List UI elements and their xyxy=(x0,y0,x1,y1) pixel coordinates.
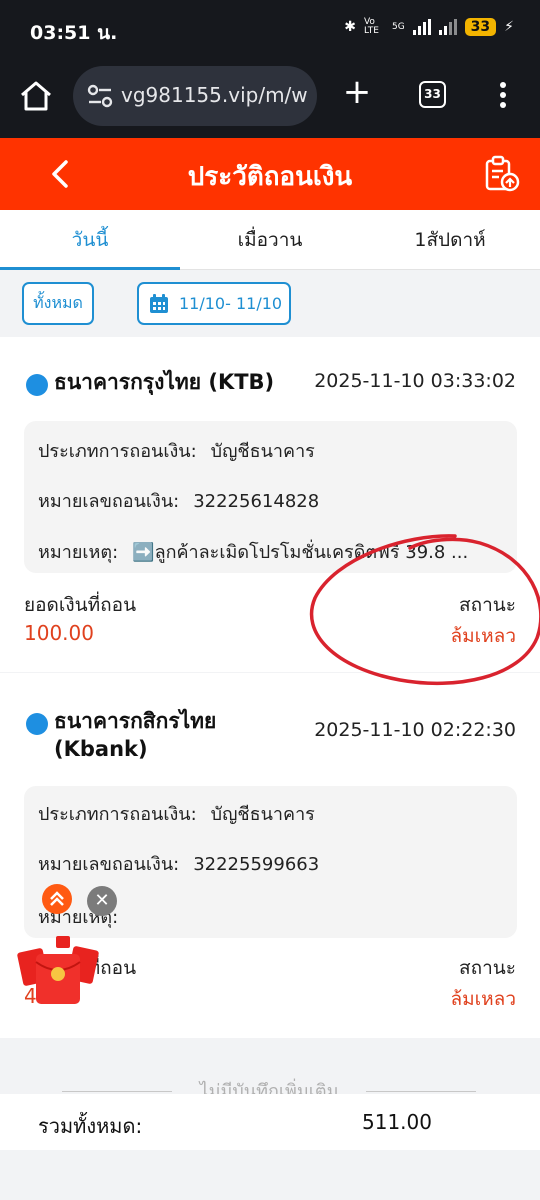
network-gen-label: 5G xyxy=(391,22,405,32)
battery-icon: 33 xyxy=(464,18,497,36)
withdraw-type-row: ประเภทการถอนเงิน: บัญชีธนาคาร xyxy=(38,436,315,465)
double-chevron-up-icon xyxy=(50,891,64,906)
tab-today[interactable]: วันนี้ xyxy=(0,210,180,270)
signal-icon xyxy=(412,19,431,35)
status-bar: 03:51 น. ✱ Vo LTE 5G 33 ⚡ xyxy=(0,0,540,62)
filter-all-button[interactable]: ทั้งหมด xyxy=(22,282,94,325)
withdraw-type-value: บัญชีธนาคาร xyxy=(210,804,315,825)
bank-name: ธนาคารกสิกรไทย (Kbank) xyxy=(54,709,217,761)
bluetooth-icon: ✱ xyxy=(344,19,356,35)
bank-name: ธนาคารกรุงไทย (KTB) xyxy=(54,370,275,394)
withdraw-number-label: หมายเลขถอนเงิน: xyxy=(38,854,180,875)
total-bar: รวมทั้งหมด: 511.00 xyxy=(0,1094,540,1150)
date-range-label: 11/10- 11/10 xyxy=(179,294,283,313)
bank-header: ธนาคารกสิกรไทย (Kbank) xyxy=(26,707,216,763)
status-time: 03:51 น. xyxy=(30,22,118,44)
new-tab-button[interactable]: + xyxy=(342,75,372,109)
record-datetime: 2025-11-10 03:33:02 xyxy=(314,370,516,392)
status-label: สถานะ xyxy=(459,594,516,616)
page-title: ประวัติถอนเงิน xyxy=(187,162,353,192)
browser-menu-icon[interactable] xyxy=(496,80,510,110)
no-more-records: ไม่มีบันทึกเพิ่มเติม xyxy=(62,1076,476,1102)
date-range-button[interactable]: 11/10- 11/10 xyxy=(137,282,291,325)
divider-right xyxy=(366,1091,476,1092)
tab-week[interactable]: 1สัปดาห์ xyxy=(360,210,540,270)
note-label: หมายเหตุ: xyxy=(38,542,119,563)
withdraw-number-label: หมายเลขถอนเงิน: xyxy=(38,491,180,512)
app-header: ประวัติถอนเงิน xyxy=(0,138,540,210)
red-envelope-icon[interactable] xyxy=(16,934,100,1008)
note-row: หมายเหตุ: ➡️ลูกค้าละเมิดโปรโมชั่นเครดิตฟร… xyxy=(38,537,508,566)
browser-toolbar: vg981155.vip/m/w + 33 xyxy=(0,62,540,138)
clipboard-upload-icon[interactable] xyxy=(482,154,522,194)
volte-label: Vo LTE xyxy=(363,17,379,36)
home-icon[interactable] xyxy=(18,78,54,114)
active-tab-indicator xyxy=(0,267,180,270)
date-tabs: วันนี้ เมื่อวาน 1สัปดาห์ xyxy=(0,210,540,270)
status-label: สถานะ xyxy=(459,957,516,979)
address-bar[interactable]: vg981155.vip/m/w xyxy=(73,66,317,126)
withdraw-type-value: บัญชีธนาคาร xyxy=(210,441,315,462)
system-icons: ✱ Vo LTE 5G 33 ⚡ xyxy=(344,18,514,36)
bank-icon xyxy=(26,374,48,396)
withdraw-number-row: หมายเลขถอนเงิน: 32225599663 xyxy=(38,849,319,878)
withdraw-type-label: ประเภทการถอนเงิน: xyxy=(38,804,197,825)
note-value: ➡️ลูกค้าละเมิดโปรโมชั่นเครดิตฟรี 39.8 ..… xyxy=(132,542,469,563)
amount-value: 100.00 xyxy=(24,621,94,645)
withdraw-number-value: 32225599663 xyxy=(193,854,320,875)
total-label: รวมทั้งหมด: xyxy=(38,1114,143,1138)
url-text: vg981155.vip/m/w xyxy=(121,83,308,107)
amount-label: ยอดเงินที่ถอน xyxy=(24,594,137,616)
bank-header: ธนาคารกรุงไทย (KTB) xyxy=(26,368,274,396)
signal-icon-2 xyxy=(438,19,457,35)
scroll-top-button[interactable] xyxy=(42,884,72,914)
close-icon[interactable]: ✕ xyxy=(87,886,117,916)
withdraw-type-row: ประเภทการถอนเงิน: บัญชีธนาคาร xyxy=(38,799,315,828)
tab-yesterday[interactable]: เมื่อวาน xyxy=(180,210,360,270)
calendar-icon xyxy=(150,293,168,313)
withdraw-number-value: 32225614828 xyxy=(193,491,320,512)
charging-icon: ⚡ xyxy=(504,19,514,35)
withdrawal-record[interactable]: ธนาคารกรุงไทย (KTB) 2025-11-10 03:33:02 … xyxy=(0,337,540,672)
filter-bar: ทั้งหมด 11/10- 11/10 xyxy=(0,271,540,337)
record-datetime: 2025-11-10 02:22:30 xyxy=(314,719,516,741)
record-details: ประเภทการถอนเงิน: บัญชีธนาคาร หมายเลขถอนเ… xyxy=(24,421,517,573)
tab-switcher-button[interactable]: 33 xyxy=(419,81,446,108)
status-value: ล้มเหลว xyxy=(450,625,517,647)
total-value: 511.00 xyxy=(362,1110,432,1134)
withdraw-number-row: หมายเลขถอนเงิน: 32225614828 xyxy=(38,486,319,515)
status-value: ล้มเหลว xyxy=(450,988,517,1010)
withdraw-type-label: ประเภทการถอนเงิน: xyxy=(38,441,197,462)
site-settings-icon[interactable] xyxy=(87,84,113,108)
bank-icon xyxy=(26,713,48,735)
